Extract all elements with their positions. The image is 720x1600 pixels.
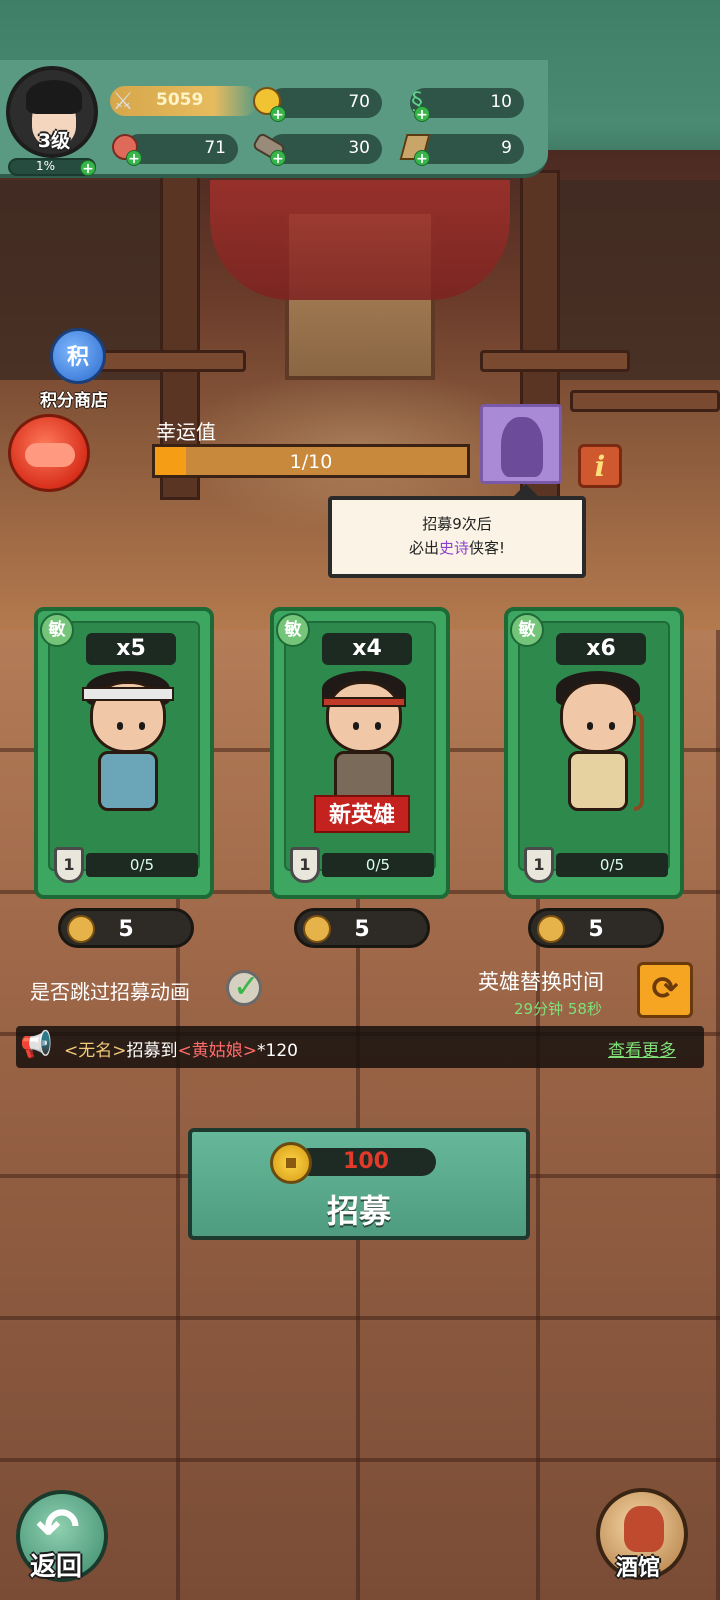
points-shop-button[interactable]: 积 (50, 328, 106, 384)
hero-cost-2: 5 (294, 908, 430, 948)
hero-level-shield: 1 (524, 847, 554, 883)
luck-label: 幸运值 (156, 420, 216, 444)
view-more-link[interactable]: 查看更多 (608, 1036, 676, 1061)
player-level: 3级 (37, 130, 71, 152)
hero-cost-1: 5 (58, 908, 194, 948)
broadcast-message: <无名>招募到<黄姑娘>*120 (64, 1041, 298, 1061)
points-shop-label[interactable]: 积分商店 (40, 386, 108, 411)
tavern-label[interactable]: 酒馆 (616, 1550, 660, 1582)
hero-cost-value: 5 (588, 917, 604, 942)
hero-refresh-label: 英雄替换时间 (478, 970, 604, 994)
hall-table (570, 390, 720, 412)
swords-icon: ⚔ (112, 87, 134, 115)
hero-card-2[interactable]: 敏 x4 新英雄 1 0/5 (270, 607, 450, 899)
gamepad-icon (25, 443, 75, 467)
epic-guarantee-tooltip: 招募9次后 必出史诗侠客! (328, 484, 586, 578)
tooltip-line-1: 招募9次后 (422, 515, 492, 533)
hero-card-3[interactable]: 敏 x6 1 0/5 (504, 607, 684, 899)
hero-level-shield: 1 (290, 847, 320, 883)
tooltip-epic-highlight: 史诗 (438, 539, 469, 557)
luck-progress-bar: 1/10 (152, 444, 470, 478)
points-shop-icon: 积 (66, 345, 89, 370)
add-jade-icon[interactable]: + (414, 106, 430, 123)
wine-jar-icon (624, 1506, 664, 1552)
checkmark-icon: ✓ (233, 967, 260, 1005)
add-scroll-icon[interactable]: + (414, 150, 430, 167)
add-coins-icon[interactable]: + (270, 106, 286, 123)
hall-table (96, 350, 246, 372)
recruit-label: 招募 (326, 1192, 391, 1230)
info-button[interactable]: i (578, 444, 622, 488)
jade-value: 10 (490, 92, 512, 112)
hero-fragment-stat: 1 0/5 (290, 847, 438, 883)
hero-cost-value: 5 (354, 917, 370, 942)
exp-percent: 1% (36, 159, 56, 173)
hero-fragments: 0/5 (322, 853, 434, 877)
recruit-button[interactable]: 100 招募 (188, 1128, 530, 1240)
hero-silhouette-icon (501, 417, 543, 477)
hero-cost-value: 5 (118, 917, 134, 942)
luck-progress-text: 1/10 (289, 451, 333, 473)
new-hero-tag: 新英雄 (314, 795, 410, 833)
scroll-value: 9 (501, 138, 512, 158)
epic-hero-preview[interactable] (480, 404, 562, 484)
recruit-cost: 100 (343, 1149, 389, 1174)
tooltip-line-2: 必出史诗侠客! (332, 536, 582, 560)
info-icon: i (594, 450, 606, 483)
tooltip-suffix: 侠客! (469, 539, 506, 557)
power-value: 5059 (156, 90, 204, 110)
skip-animation-label: 是否跳过招募动画 (30, 980, 190, 1004)
broadcast-action: 招募到 (126, 1041, 178, 1061)
hero-type-badge: 敏 (510, 613, 544, 647)
add-meat-icon[interactable]: + (126, 150, 142, 167)
hero-portrait (548, 671, 648, 821)
hero-type-badge: 敏 (276, 613, 310, 647)
refresh-icon: ⟳ (651, 969, 679, 1007)
add-wood-icon[interactable]: + (270, 150, 286, 167)
back-label[interactable]: 返回 (30, 1546, 82, 1583)
recruit-broadcast: 📢 <无名>招募到<黄姑娘>*120 查看更多 (16, 1026, 704, 1068)
hero-level-shield: 1 (54, 847, 84, 883)
avatar-hair (26, 80, 82, 114)
hero-type-badge: 敏 (40, 613, 74, 647)
hero-card-1[interactable]: 敏 x5 1 0/5 (34, 607, 214, 899)
broadcast-hero: 黄姑娘 (191, 1041, 243, 1061)
hero-fragment-stat: 1 0/5 (54, 847, 202, 883)
hero-count: x4 (322, 633, 412, 665)
megaphone-icon: 📢 (20, 1030, 53, 1060)
hero-refresh-countdown: 29分钟 58秒 (514, 1000, 602, 1018)
hall-table (480, 350, 630, 372)
hall-curtain (210, 180, 510, 300)
tooltip-prefix: 必出 (408, 539, 439, 557)
broadcast-amount: *120 (257, 1041, 298, 1061)
refresh-heroes-button[interactable]: ⟳ (637, 962, 693, 1018)
broadcast-player: 无名 (78, 1041, 113, 1061)
add-exp-icon[interactable]: + (80, 160, 96, 177)
coins-value: 70 (348, 92, 370, 112)
gamepad-button[interactable] (8, 414, 90, 492)
hero-fragment-stat: 1 0/5 (524, 847, 672, 883)
hero-count: x6 (556, 633, 646, 665)
hero-count: x5 (86, 633, 176, 665)
meat-value: 71 (204, 138, 226, 158)
skip-animation-checkbox[interactable]: ✓ (226, 967, 262, 1006)
hero-fragments: 0/5 (556, 853, 668, 877)
hero-cost-3: 5 (528, 908, 664, 948)
hero-portrait (78, 671, 178, 821)
hero-fragments: 0/5 (86, 853, 198, 877)
wood-value: 30 (348, 138, 370, 158)
